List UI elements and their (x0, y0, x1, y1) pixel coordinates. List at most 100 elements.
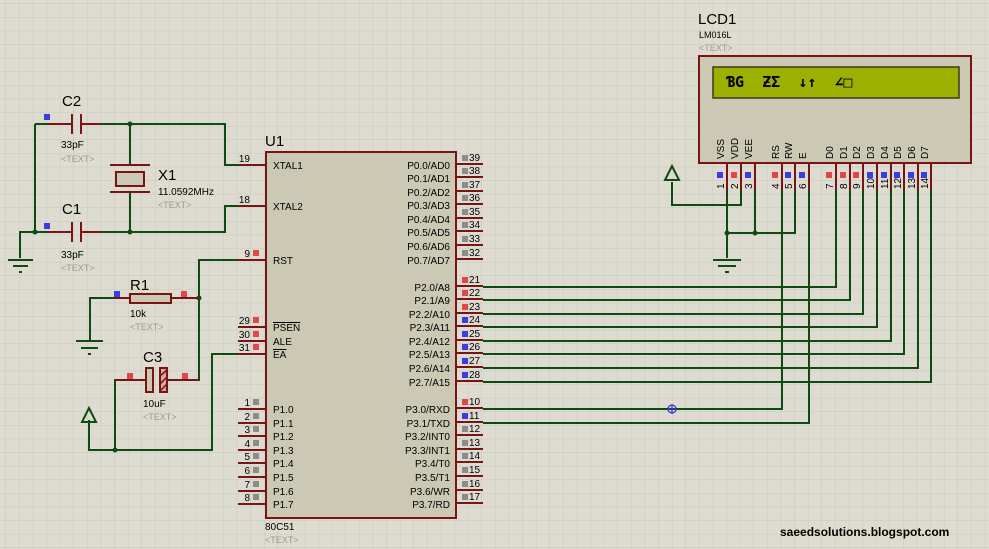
pin-number: 11 (880, 178, 891, 189)
pin-state-indicator (253, 467, 259, 473)
pin-label: P2.6/A14 (409, 364, 451, 375)
r1-value: 10k (130, 309, 147, 320)
pin-label: P2.7/A15 (409, 378, 451, 389)
pin-label: P1.5 (273, 473, 294, 484)
pin-state-indicator (253, 453, 259, 459)
pin-state-indicator (462, 317, 468, 323)
pin-number: 12 (469, 424, 481, 435)
pin-number: 38 (469, 166, 481, 177)
c1-ref: C1 (62, 201, 81, 218)
pin-number: 31 (239, 343, 251, 354)
pin-number: 26 (469, 342, 481, 353)
pin-state-indicator (881, 172, 887, 178)
pin-label: P3.5/T1 (415, 473, 450, 484)
pin-state-indicator (462, 358, 468, 364)
c3-value: 10uF (143, 399, 166, 410)
pin-label: D6 (907, 146, 918, 159)
c2-value: 33pF (61, 140, 84, 151)
pin-number: 13 (907, 177, 918, 189)
u1-text-placeholder: <TEXT> (265, 535, 299, 545)
pin-number: 36 (469, 193, 481, 204)
pin-number: 9 (852, 183, 863, 189)
pin-number: 1 (716, 183, 727, 189)
lcd-ref: LCD1 (698, 11, 736, 28)
x1-value: 11.0592MHz (158, 187, 214, 198)
pin-number: 7 (825, 183, 836, 189)
c1-text-placeholder: <TEXT> (61, 263, 95, 273)
lcd-display-line1: ƁG ƵƩ ↓↑ ∠□ (726, 73, 852, 91)
pin-label: VEE (744, 139, 755, 159)
pin-number: 35 (469, 207, 481, 218)
pin-number: 23 (469, 302, 481, 313)
r1-ref: R1 (130, 277, 149, 294)
pin-label: P1.6 (273, 487, 294, 498)
pin-label: P3.0/RXD (406, 405, 450, 416)
pin-label: RS (771, 145, 782, 159)
pin-state-indicator (799, 172, 805, 178)
pin-number: 32 (469, 248, 481, 259)
pin-state-indicator (853, 172, 859, 178)
pin-label: D5 (893, 146, 904, 159)
x1-ref: X1 (158, 167, 176, 184)
pin-label: P1.3 (273, 446, 294, 457)
pin-number: 14 (920, 177, 931, 189)
pin-number: 1 (244, 398, 250, 409)
pin-label: P2.4/A12 (409, 337, 451, 348)
pin-number: 7 (244, 480, 250, 491)
pin-number: 29 (239, 316, 251, 327)
probe-marker-icon[interactable] (667, 404, 677, 414)
pin-number: 8 (839, 183, 850, 189)
pin-label: P1.2 (273, 432, 294, 443)
pin-state-indicator (253, 317, 259, 323)
pin-state-indicator (462, 426, 468, 432)
pin-state-indicator (826, 172, 832, 178)
pin-number: 3 (244, 425, 250, 436)
lcd-part: LM016L (699, 30, 732, 40)
pin-state-indicator (462, 372, 468, 378)
pin-number: 25 (469, 329, 481, 340)
pin-number: 13 (469, 438, 481, 449)
pin-label: PSEN (273, 323, 300, 334)
microcontroller-u1[interactable]: U1 80C51 <TEXT> 19XTAL118XTAL29RST29PSEN… (238, 133, 483, 545)
pin-number: 4 (244, 439, 250, 450)
pin-number: 11 (469, 411, 480, 422)
pin-number: 37 (469, 180, 481, 191)
pin-state-indicator (462, 209, 468, 215)
pin-label: XTAL1 (273, 161, 303, 172)
schematic-canvas[interactable]: C2 33pF <TEXT> C1 33pF <TEXT> X1 11.0592… (0, 0, 989, 549)
u1-ref: U1 (265, 133, 284, 150)
pin-number: 12 (893, 177, 904, 189)
pin-number: 27 (469, 356, 481, 367)
pin-number: 5 (244, 452, 250, 463)
pin-label: P3.1/TXD (407, 419, 450, 430)
pin-label: P0.3/AD3 (407, 201, 450, 212)
pin-label: D3 (866, 146, 877, 159)
pin-label: P1.1 (273, 419, 294, 430)
pin-state-indicator (867, 172, 873, 178)
pin-state-indicator (462, 195, 468, 201)
pin-state-indicator (772, 172, 778, 178)
c3-ref: C3 (143, 349, 162, 366)
pin-number: 14 (469, 451, 481, 462)
pin-state-indicator (253, 250, 259, 256)
pin-label: XTAL2 (273, 202, 303, 213)
pin-number: 6 (244, 466, 250, 477)
pin-state-indicator (894, 172, 900, 178)
pin-number: 15 (469, 465, 481, 476)
pin-state-indicator (253, 344, 259, 350)
pin-number: 19 (239, 154, 251, 165)
pin-state-indicator (462, 440, 468, 446)
pin-label: P3.3/INT1 (405, 446, 450, 457)
pin-state-indicator (462, 250, 468, 256)
pin-state-indicator (717, 172, 723, 178)
pin-number: 16 (469, 479, 481, 490)
pin-state-indicator (785, 172, 791, 178)
pin-label: P2.0/A8 (414, 283, 450, 294)
pin-label: VSS (716, 139, 727, 159)
pin-state-indicator (731, 172, 737, 178)
pin-label: P2.1/A9 (414, 296, 450, 307)
pin-number: 10 (469, 397, 481, 408)
pin-state-indicator (253, 481, 259, 487)
pin-state-indicator (462, 277, 468, 283)
c2-ref: C2 (62, 93, 81, 110)
